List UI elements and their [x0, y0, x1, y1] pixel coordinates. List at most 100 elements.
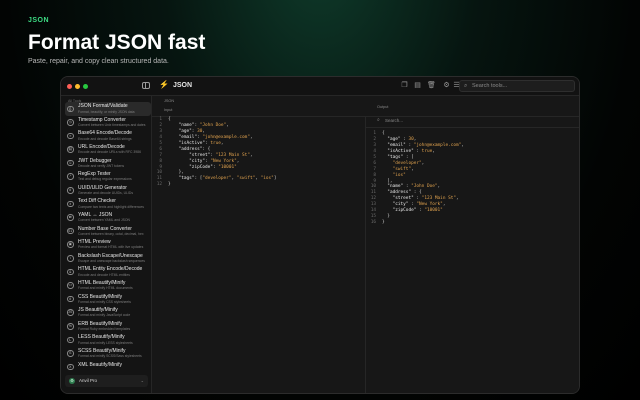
code-token: , — [249, 134, 253, 140]
sidebar-item-title: Number Base Converter — [78, 225, 132, 232]
footer-label: Anvil Pro — [79, 378, 98, 383]
tool-icon: <> — [67, 282, 74, 289]
code-token: , — [456, 196, 459, 202]
sidebar-item-description: Format, beautify, or minify JSON data — [78, 109, 135, 114]
code-token: "10001" — [218, 164, 237, 170]
sidebar-item-description: Format and minify LESS stylesheets — [78, 340, 133, 345]
sidebar-item-description: Format and minify SCSS/Sass stylesheets — [78, 354, 142, 359]
close-window-button[interactable] — [67, 84, 72, 89]
code-token: "123 Main St" — [215, 152, 250, 158]
window-controls — [67, 84, 88, 89]
code-token: ], — [382, 178, 393, 184]
sidebar-toggle-icon[interactable] — [142, 82, 150, 89]
zoom-window-button[interactable] — [83, 84, 88, 89]
sidebar-item[interactable]: ▣ HTML Preview Preview and format HTML wit… — [65, 238, 151, 252]
tool-icon: ± — [67, 200, 74, 208]
tool-icon: \ — [67, 255, 74, 262]
code-token: true — [421, 148, 433, 154]
sidebar-item[interactable]: S SCSS Beautify/Minify Format and minify S… — [65, 347, 151, 361]
code-token: , — [202, 128, 206, 134]
search-placeholder: Search tools... — [472, 83, 508, 89]
sidebar-item-description: Format and minify CSS stylesheets — [78, 299, 131, 304]
tool-icon: & — [67, 268, 74, 276]
sidebar-item[interactable]: # UUID/ULID Generator Generate and decode … — [65, 184, 151, 198]
sidebar-item[interactable]: {} JSON Format/Validate Format, beautify, … — [65, 102, 151, 116]
code-token: "email" — [387, 142, 406, 148]
code-token: , — [437, 184, 441, 190]
sidebar-item-title: JWT Debugger — [78, 157, 112, 164]
code-token: "age" — [178, 128, 192, 134]
copy-icon[interactable]: ❐ — [401, 82, 408, 90]
code-token: "city" — [392, 202, 409, 208]
gear-icon: ⚙ — [69, 378, 75, 384]
sidebar-item-title: XML Beautify/Minify — [78, 361, 122, 368]
app-window: ⚡ JSON ❐ ▤ 🗑 ⚙ ☰ ⌕ Search tools... All T… — [60, 76, 580, 394]
hero-title: Format JSON fast — [28, 31, 206, 54]
sidebar-item[interactable]: .* RegExp Tester Test and debug regular ex… — [65, 170, 151, 184]
sidebar-item[interactable]: ⛓ URL Encode/Decode Encode and decode URLs… — [65, 143, 151, 157]
code-token: "ios" — [392, 172, 406, 178]
code-token: : — [403, 184, 412, 190]
code-token: , — [411, 166, 414, 172]
settings-icon[interactable]: ⚙ — [443, 82, 450, 90]
sidebar-item-description: Generate and decode UUIDs, ULIDs — [78, 191, 134, 196]
input-pane[interactable]: 1{2 "name": "John Doe", 3 "age": 30, 4 "em… — [152, 117, 366, 393]
code-token: "age" — [387, 136, 401, 142]
sidebar-item[interactable]: ≡ Base64 Encode/Decode Encode and decode B… — [65, 129, 151, 143]
code-token: true — [210, 140, 221, 146]
sidebar-item[interactable]: ⇄ YAML ↔ JSON Convert between YAML and JSO… — [65, 211, 151, 225]
sidebar-item[interactable]: \ Backslash Escape/Unescape Escape and une… — [65, 252, 151, 266]
sidebar-item-description: Encode and decode Base64 strings — [78, 136, 132, 141]
trash-icon[interactable]: 🗑 — [427, 82, 436, 90]
sidebar-item-title: URL Encode/Decode — [78, 144, 125, 151]
sidebar-item[interactable]: # CSS Beautify/Minify Format and minify CS… — [65, 292, 151, 306]
sidebar-item[interactable]: 01 Number Base Converter Convert between b… — [65, 224, 151, 238]
code-token: "isActive" — [387, 148, 414, 154]
code-token: "address" — [178, 146, 203, 152]
title-bar: ⚡ JSON ❐ ▤ 🗑 ⚙ ☰ ⌕ Search tools... — [61, 77, 579, 96]
output-search-input[interactable]: ⌕ Search... — [366, 114, 579, 128]
sidebar-item[interactable]: L LESS Beautify/Minify Format and minify L… — [65, 333, 151, 347]
code-token: "email" — [178, 134, 198, 140]
minimize-window-button[interactable] — [75, 84, 80, 89]
sidebar-item[interactable]: X XML Beautify/Minify — [65, 360, 151, 374]
line-number: 12 — [156, 182, 162, 188]
sidebar-item[interactable]: & HTML Entity Encode/Decode Encode and dec… — [65, 265, 151, 279]
sidebar-footer[interactable]: ⚙ Anvil Pro ⌄ — [65, 375, 148, 387]
code-token: "10001" — [424, 208, 443, 214]
tool-icon: L — [67, 336, 74, 344]
sidebar-item[interactable]: ± Text Diff Checker Compare two texts and … — [65, 197, 151, 211]
window-title: JSON — [173, 82, 193, 89]
input-editor[interactable]: 1{2 "name": "John Doe", 3 "age": 30, 4 "em… — [152, 117, 362, 188]
tool-icon: ≡ — [67, 132, 74, 140]
code-token: "John Doe" — [411, 184, 438, 190]
code-token: } — [382, 214, 390, 220]
sidebar-item[interactable]: <> HTML Beautify/Minify Format and minify … — [65, 279, 151, 293]
code-token: "123 Main St" — [421, 196, 457, 202]
sidebar-item-title: JSON Format/Validate — [78, 103, 128, 110]
code-token: : — [413, 148, 422, 154]
sidebar-item-description: Format Ruby embedded templates — [78, 327, 131, 331]
sidebar-item-description: Decode and verify JWT tokens — [78, 163, 125, 168]
sidebar-item-title: YAML ↔ JSON — [78, 212, 113, 219]
code-token: , — [236, 158, 240, 164]
sidebar-item[interactable]: % ERB Beautify/Minify Format Ruby embedded… — [65, 320, 151, 334]
tool-icon: S — [67, 350, 74, 357]
code-token: , — [421, 160, 425, 166]
code-token: , — [249, 152, 253, 158]
search-input[interactable]: ⌕ Search tools... — [459, 80, 575, 92]
sidebar-item[interactable]: ⚿ JWT Debugger Decode and verify JWT token… — [65, 156, 151, 170]
sidebar-item[interactable]: JS JS Beautify/Minify Format and minify Ja… — [65, 306, 151, 320]
code-token: { — [382, 131, 385, 136]
code-token: "street" — [189, 152, 211, 158]
sidebar-item[interactable]: ◷ Timestamp Converter Convert between Unix… — [65, 116, 151, 130]
sidebar-item-title: HTML Preview — [78, 239, 111, 246]
document-icon[interactable]: ▤ — [414, 82, 421, 90]
sidebar-item-description: Format and minify JavaScript code — [78, 313, 131, 318]
